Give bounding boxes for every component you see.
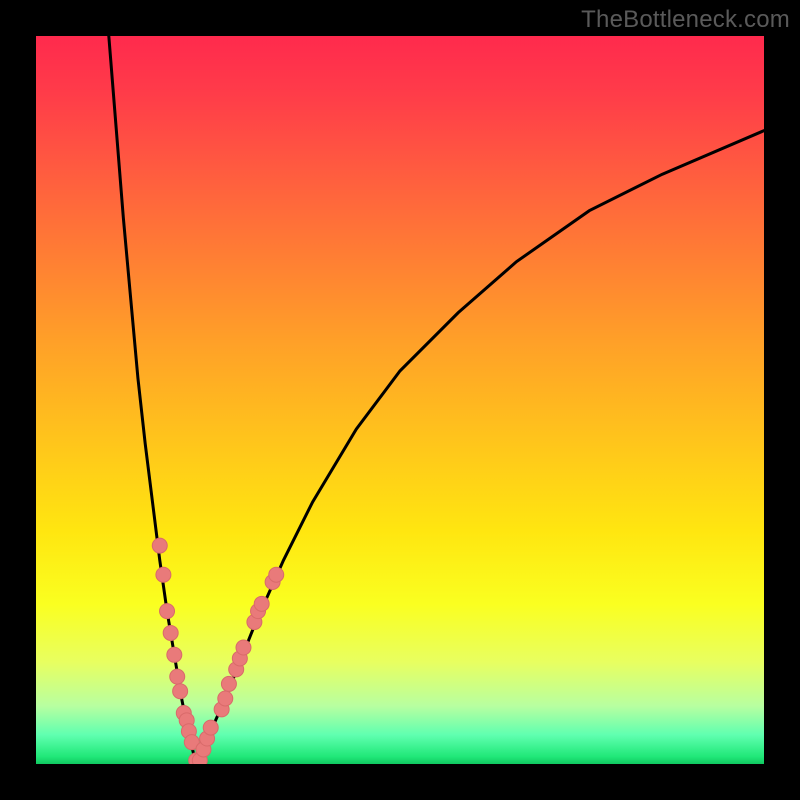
data-marker — [218, 691, 233, 706]
data-marker — [170, 669, 185, 684]
plot-area — [36, 36, 764, 764]
marker-layer — [152, 538, 283, 764]
data-marker — [236, 640, 251, 655]
data-marker — [156, 567, 171, 582]
watermark-text: TheBottleneck.com — [581, 6, 790, 34]
data-marker — [167, 647, 182, 662]
chart-frame: TheBottleneck.com — [0, 0, 800, 800]
right-curve — [196, 131, 764, 764]
data-marker — [221, 676, 236, 691]
data-marker — [160, 604, 175, 619]
left-curve — [109, 36, 196, 764]
data-marker — [203, 720, 218, 735]
data-marker — [163, 625, 178, 640]
data-marker — [254, 596, 269, 611]
data-marker — [269, 567, 284, 582]
data-marker — [173, 684, 188, 699]
chart-svg — [36, 36, 764, 764]
data-marker — [152, 538, 167, 553]
